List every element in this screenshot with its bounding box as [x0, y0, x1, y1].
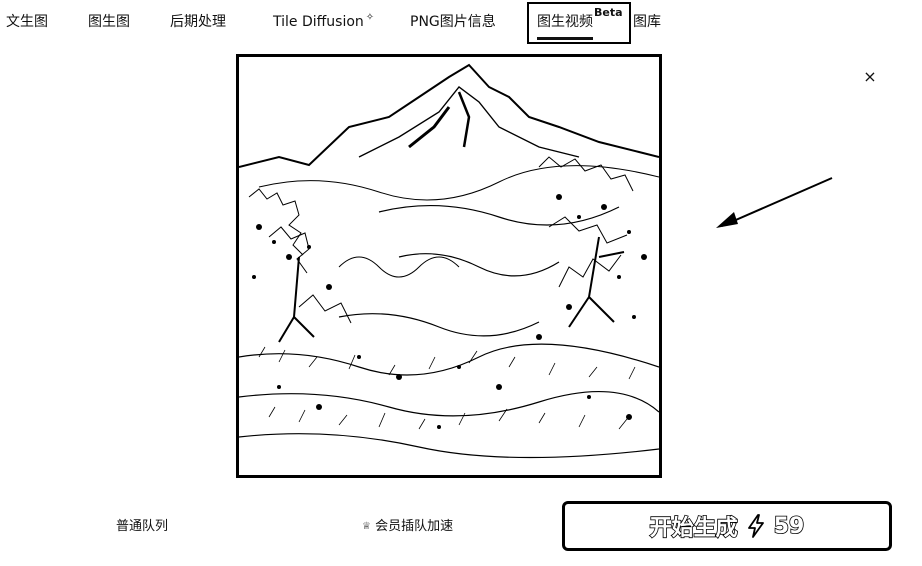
sparkle-icon: ✧ [365, 12, 375, 23]
tab-label: 图生视频 [537, 14, 593, 30]
tab-label: 后期处理 [170, 14, 226, 30]
image-to-video-page: 文生图 图生图 后期处理 Tile Diffusion ✧ PNG图片信息 图生视… [0, 0, 922, 566]
member-queue-label: 会员插队加速 [375, 519, 454, 534]
tab-label: PNG图片信息 [410, 14, 496, 30]
annotation-arrow [716, 177, 833, 228]
tab-text-to-image[interactable]: 文生图 [6, 12, 48, 32]
normal-queue-option[interactable]: 普通队列 [116, 517, 168, 537]
member-priority-queue-option[interactable]: ♕ 会员插队加速 [362, 517, 453, 538]
tab-image-to-video[interactable]: 图生视频 Beta [527, 2, 631, 44]
tab-tile-diffusion[interactable]: Tile Diffusion ✧ [273, 12, 374, 34]
beta-badge: Beta [594, 6, 623, 19]
landscape-sketch-image [239, 57, 659, 475]
tab-label: Tile Diffusion [273, 14, 364, 30]
close-image-button[interactable]: × [860, 67, 880, 87]
tab-label: 图生图 [88, 14, 130, 30]
tab-png-info[interactable]: PNG图片信息 [410, 12, 496, 32]
tab-post-processing[interactable]: 后期处理 [170, 12, 226, 32]
lightning-icon [747, 514, 764, 538]
start-generate-button[interactable]: 开始生成 59 [562, 501, 892, 551]
tab-bar: 文生图 图生图 后期处理 Tile Diffusion ✧ PNG图片信息 图生视… [0, 0, 922, 46]
tab-image-to-image[interactable]: 图生图 [88, 12, 130, 32]
tab-label: 图库 [633, 14, 661, 30]
uploaded-image-preview[interactable] [236, 54, 662, 478]
crown-icon: ♕ [362, 521, 371, 532]
normal-queue-label: 普通队列 [116, 519, 169, 534]
active-tab-underline [537, 37, 593, 40]
generate-cost: 59 [773, 513, 805, 540]
tab-label: 文生图 [6, 14, 48, 30]
tab-gallery[interactable]: 图库 [633, 12, 661, 32]
generate-label: 开始生成 [649, 515, 739, 542]
